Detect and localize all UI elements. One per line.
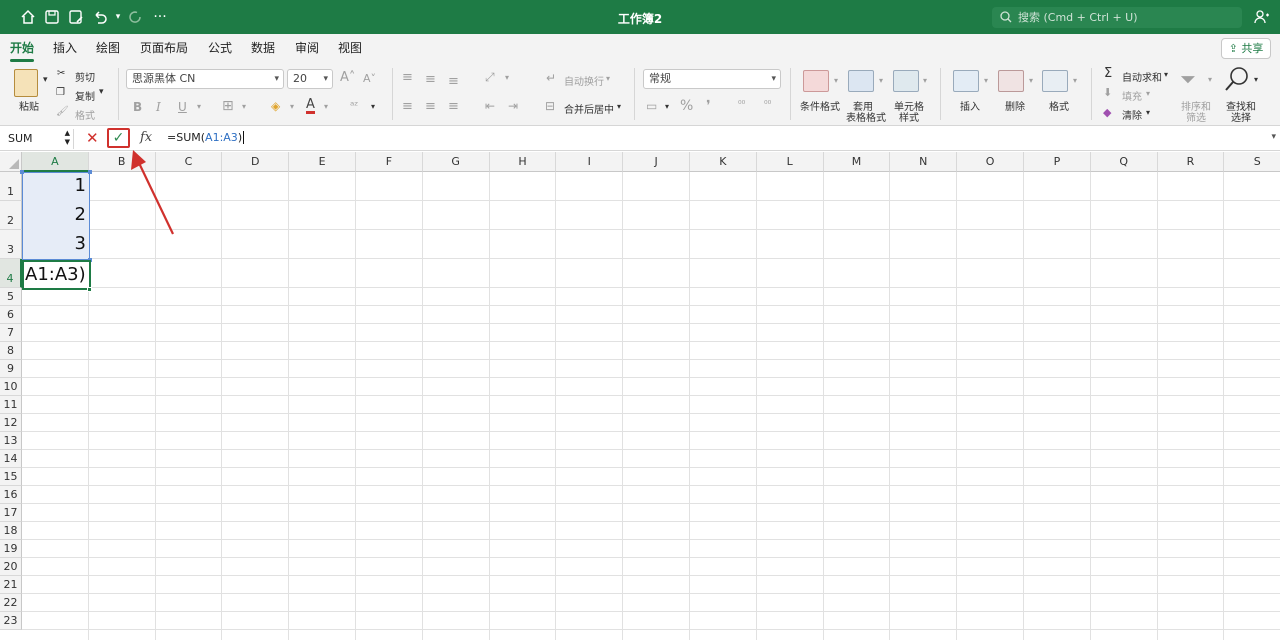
arrow-head <box>131 150 146 170</box>
arrow-shaft <box>138 162 174 235</box>
annotation-arrow <box>131 150 174 235</box>
